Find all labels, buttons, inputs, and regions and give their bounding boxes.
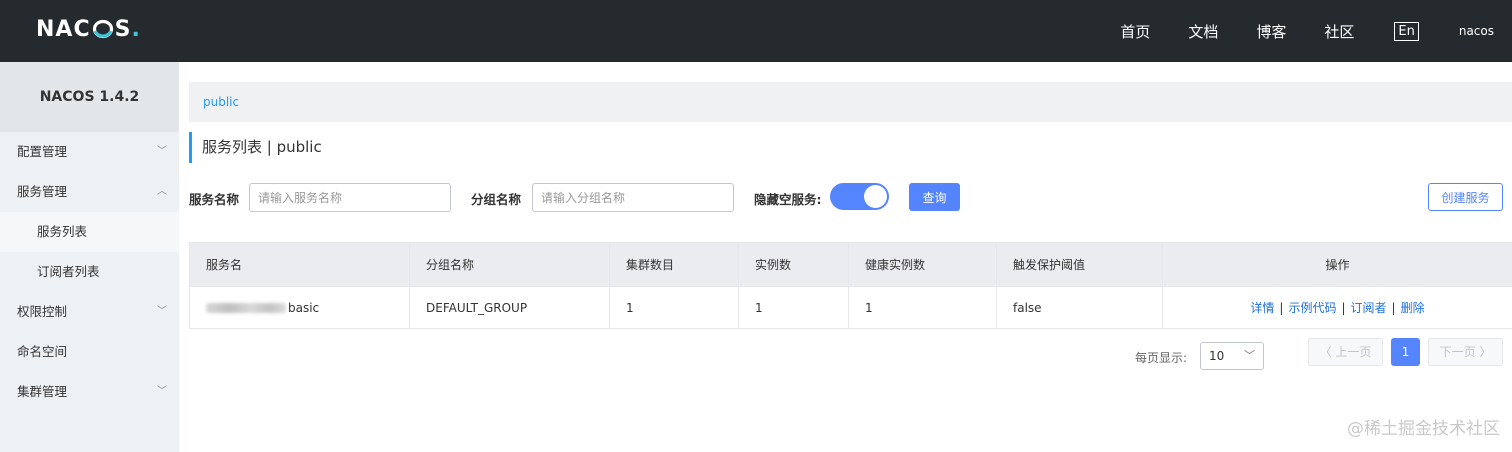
sidebar-item-label: 集群管理 xyxy=(17,384,68,399)
main-content: public 服务列表 | public 服务名称 分组名称 隐藏空服务: 查询… xyxy=(179,62,1512,452)
page-size-label: 每页显示: xyxy=(1135,351,1188,365)
logo-dot: . xyxy=(131,16,141,42)
cell-instances: 1 xyxy=(738,286,849,329)
cell-protect-threshold: false xyxy=(996,286,1163,329)
page-size-value: 10 xyxy=(1209,349,1225,363)
action-separator: | xyxy=(1279,301,1284,315)
sidebar: NACOS 1.4.2 配置管理 ﹀ 服务管理 ︿ 服务列表 订阅者列表 权限控… xyxy=(0,62,179,452)
column-header: 操作 xyxy=(1162,242,1512,287)
nav-community[interactable]: 社区 xyxy=(1324,21,1354,42)
sidebar-item-label: 服务管理 xyxy=(17,184,68,199)
group-name-label: 分组名称 xyxy=(471,192,522,207)
table-header-row: 服务名 分组名称 集群数目 实例数 健康实例数 触发保护阈值 操作 xyxy=(189,242,1512,287)
top-bar: NAC S . 首页 文档 博客 社区 En nacos xyxy=(0,0,1512,62)
cell-service-name: basic xyxy=(189,286,410,329)
watermark: @稀土掘金技术社区 xyxy=(1347,419,1500,439)
sidebar-item-label: 命名空间 xyxy=(17,344,68,359)
nav-home[interactable]: 首页 xyxy=(1120,21,1150,42)
action-separator: | xyxy=(1391,301,1396,315)
chevron-down-icon: ﹀ xyxy=(157,386,167,397)
cell-group: DEFAULT_GROUP xyxy=(409,286,610,329)
column-header: 健康实例数 xyxy=(848,242,997,287)
sidebar-item-service[interactable]: 服务管理 ︿ xyxy=(0,172,179,212)
sidebar-item-auth[interactable]: 权限控制 ﹀ xyxy=(0,292,179,332)
nav-docs[interactable]: 文档 xyxy=(1188,21,1218,42)
sidebar-item-namespace[interactable]: 命名空间 xyxy=(0,332,179,372)
table-row: basic DEFAULT_GROUP 1 1 1 false 详情 | 示例代码 |… xyxy=(189,286,1512,329)
page-title: 服务列表 | public xyxy=(189,132,322,163)
service-name-input[interactable] xyxy=(249,183,451,212)
service-name-label: 服务名称 xyxy=(189,192,240,207)
column-header: 触发保护阈值 xyxy=(996,242,1163,287)
redacted-text xyxy=(206,303,286,313)
service-name-suffix: basic xyxy=(288,300,320,315)
column-header: 分组名称 xyxy=(409,242,610,287)
logo-o-icon xyxy=(92,19,114,39)
group-name-input[interactable] xyxy=(532,183,734,212)
namespace-bar: public xyxy=(189,82,1512,122)
page-size-select[interactable]: 10 ﹀ xyxy=(1200,342,1264,370)
action-subscribers-link[interactable]: 订阅者 xyxy=(1351,301,1387,315)
sidebar-item-cluster[interactable]: 集群管理 ﹀ xyxy=(0,372,179,412)
logo-text-part2: S xyxy=(114,16,132,42)
sidebar-item-label: 权限控制 xyxy=(17,304,68,319)
sidebar-item-subscriber-list[interactable]: 订阅者列表 xyxy=(0,252,179,292)
chevron-up-icon: ︿ xyxy=(157,186,167,197)
create-service-button[interactable]: 创建服务 xyxy=(1428,183,1503,211)
chevron-down-icon: ﹀ xyxy=(157,306,167,317)
namespace-tab-public[interactable]: public xyxy=(203,95,239,109)
chevron-down-icon: ﹀ xyxy=(157,146,167,157)
service-table: 服务名 分组名称 集群数目 实例数 健康实例数 触发保护阈值 操作 basic … xyxy=(189,242,1512,329)
query-button[interactable]: 查询 xyxy=(909,183,960,211)
column-header: 服务名 xyxy=(189,242,410,287)
chevron-down-icon: ﹀ xyxy=(1244,349,1255,362)
next-page-button[interactable]: 下一页 〉 xyxy=(1428,338,1503,366)
sidebar-item-label: 配置管理 xyxy=(17,144,68,159)
sidebar-item-service-list[interactable]: 服务列表 xyxy=(0,212,179,252)
column-header: 集群数目 xyxy=(609,242,739,287)
page-1-button[interactable]: 1 xyxy=(1391,338,1420,366)
sidebar-version: NACOS 1.4.2 xyxy=(0,62,179,132)
logo-text-part1: NAC xyxy=(36,16,91,42)
hide-empty-label: 隐藏空服务: xyxy=(754,192,822,207)
action-delete-link[interactable]: 删除 xyxy=(1401,301,1425,315)
user-name[interactable]: nacos xyxy=(1459,24,1494,38)
column-header: 实例数 xyxy=(738,242,849,287)
action-sample-code-link[interactable]: 示例代码 xyxy=(1288,301,1336,315)
language-toggle[interactable]: En xyxy=(1394,21,1419,41)
cell-clusters: 1 xyxy=(609,286,739,329)
nacos-logo[interactable]: NAC S . xyxy=(36,14,141,44)
toggle-knob xyxy=(864,185,887,208)
action-separator: | xyxy=(1341,301,1346,315)
nav-blog[interactable]: 博客 xyxy=(1256,21,1286,42)
cell-actions: 详情 | 示例代码 | 订阅者 | 删除 xyxy=(1162,286,1512,329)
cell-healthy: 1 xyxy=(848,286,997,329)
top-nav: 首页 文档 博客 社区 En nacos xyxy=(1120,0,1512,62)
sidebar-item-label: 服务列表 xyxy=(37,224,88,239)
prev-page-button[interactable]: 〈 上一页 xyxy=(1308,338,1383,366)
hide-empty-toggle[interactable] xyxy=(830,183,889,210)
action-detail-link[interactable]: 详情 xyxy=(1250,301,1274,315)
sidebar-item-label: 订阅者列表 xyxy=(37,264,100,279)
sidebar-item-config[interactable]: 配置管理 ﹀ xyxy=(0,132,179,172)
